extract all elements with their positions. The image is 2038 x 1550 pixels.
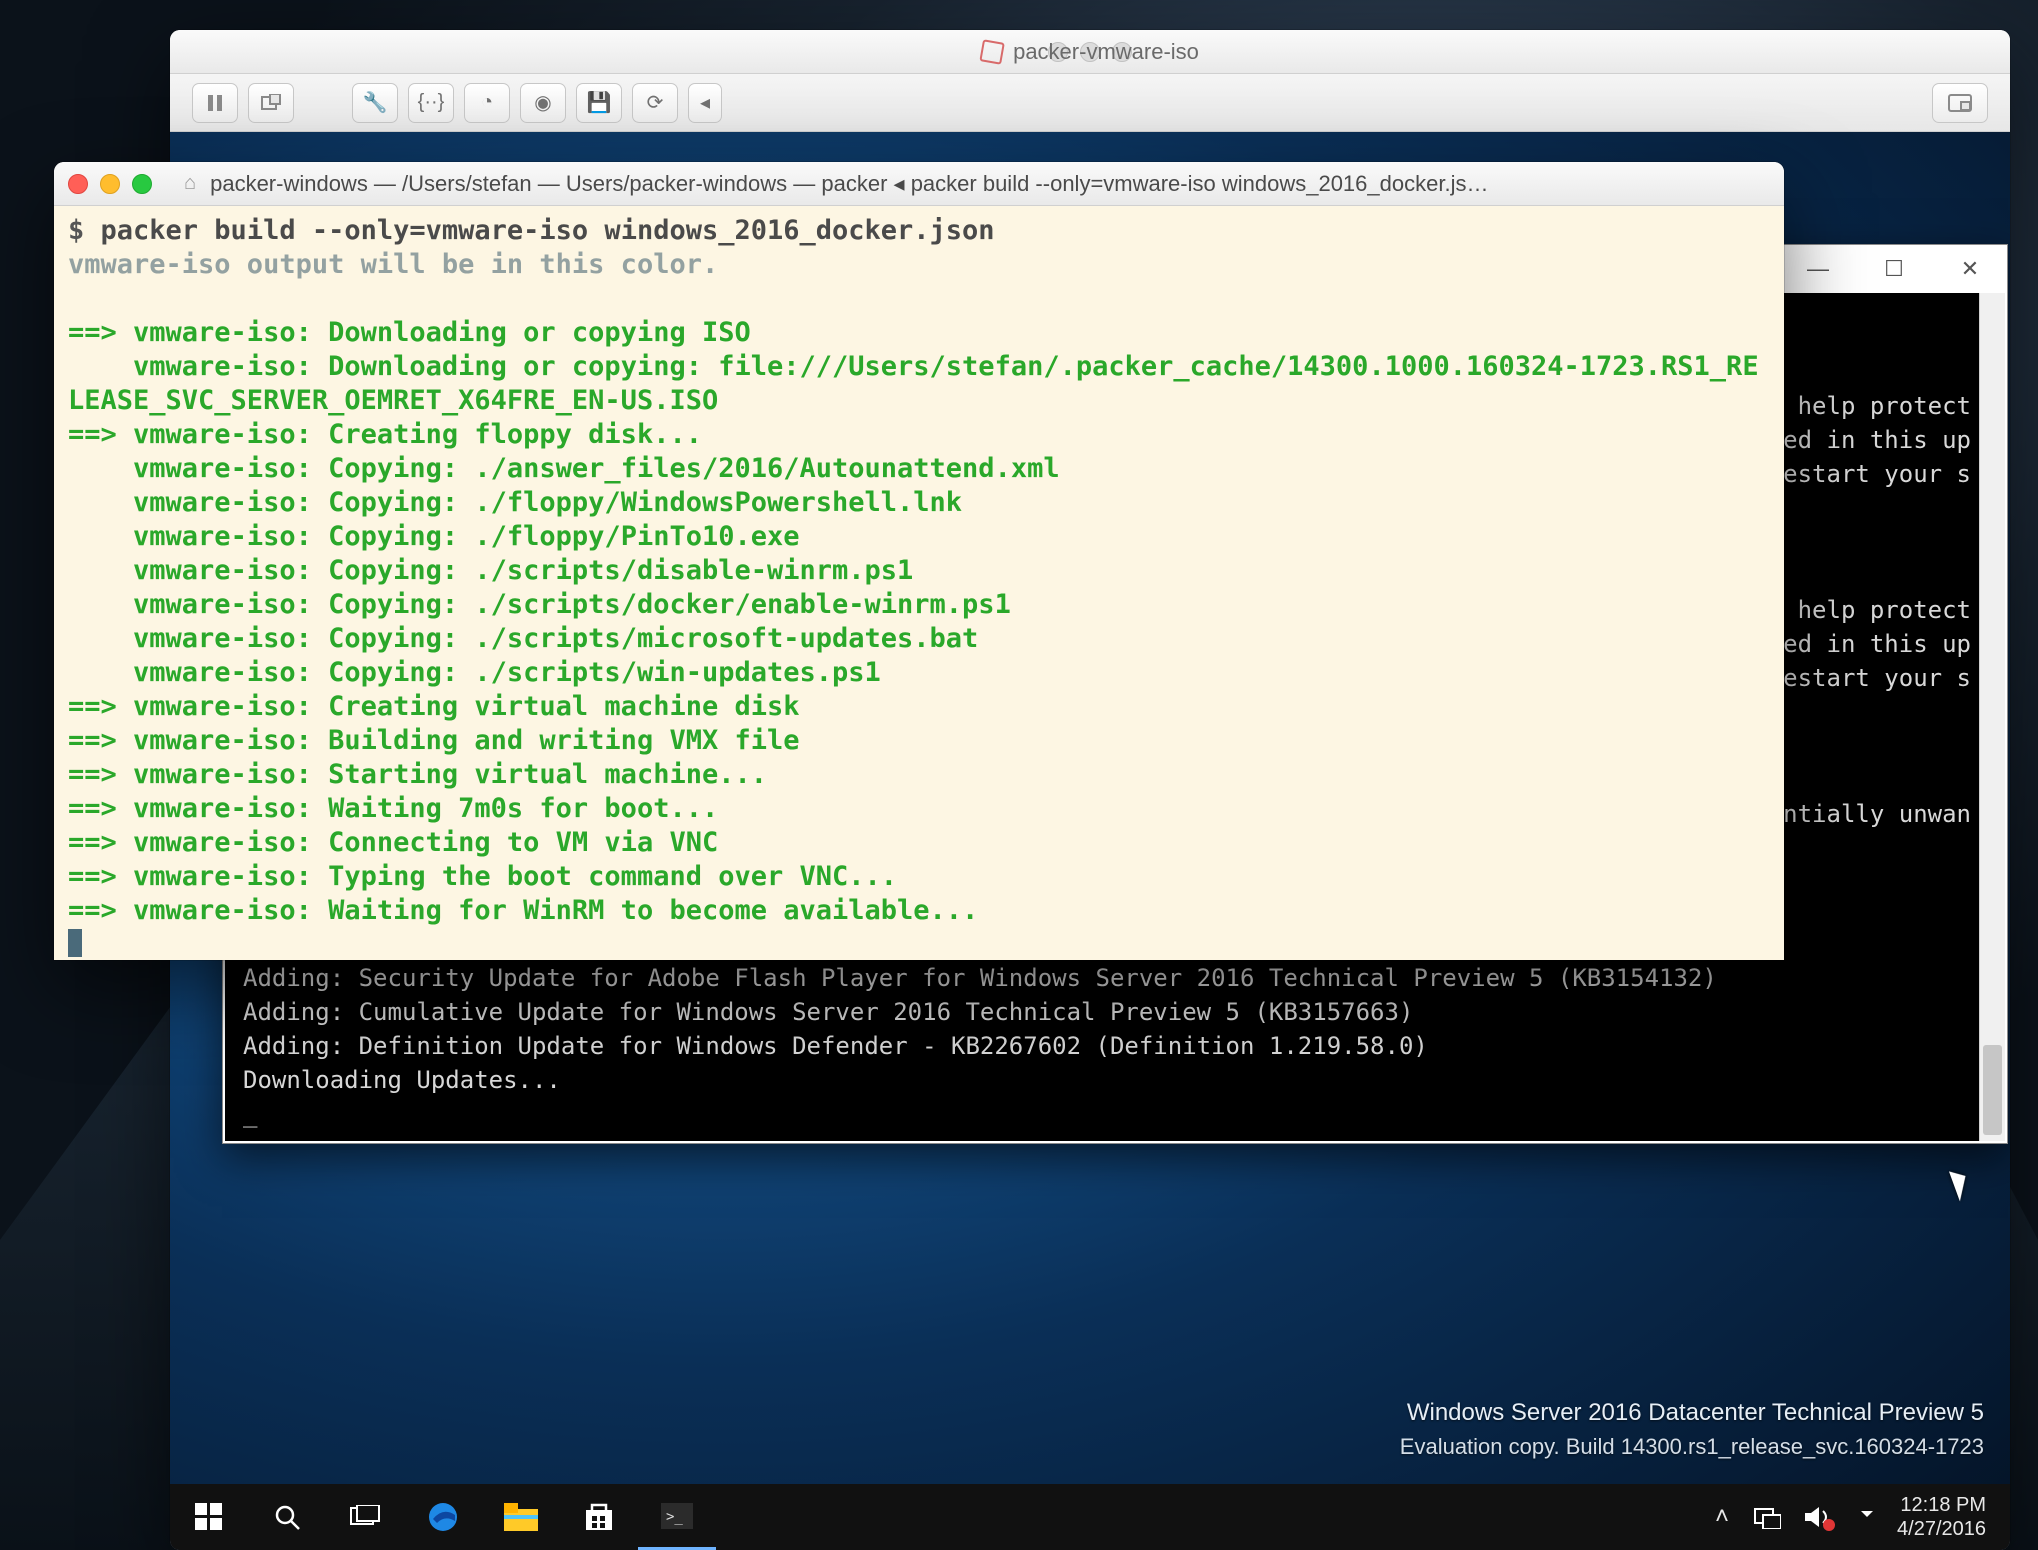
cmd-scrollbar[interactable] xyxy=(1979,293,2005,1141)
vmware-cube-icon xyxy=(979,39,1004,64)
minimize-button[interactable] xyxy=(100,174,120,194)
terminal-title: packer-windows — /Users/stefan — Users/p… xyxy=(210,171,1770,197)
search-icon[interactable] xyxy=(248,1484,326,1550)
guest-mouse-cursor xyxy=(1949,1167,1973,1202)
volume-icon[interactable] xyxy=(1805,1505,1831,1529)
close-button[interactable] xyxy=(68,174,88,194)
fullscreen-button[interactable] xyxy=(1932,83,1988,123)
snapshot-button[interactable] xyxy=(248,83,294,123)
windows-watermark: Windows Server 2016 Datacenter Technical… xyxy=(1400,1396,1984,1464)
terminal-output[interactable]: $ packer build --only=vmware-iso windows… xyxy=(54,206,1784,960)
terminal-titlebar[interactable]: ⌂ packer-windows — /Users/stefan — Users… xyxy=(54,162,1784,206)
vmware-toolbar: 🔧 {··} ◔ ◉ 💾 ⟳ ◂ xyxy=(170,74,2010,132)
terminal-window: ⌂ packer-windows — /Users/stefan — Users… xyxy=(54,162,1784,960)
network-icon[interactable] xyxy=(1753,1505,1781,1529)
start-button[interactable] xyxy=(170,1484,248,1550)
window-title: packer-vmware-iso xyxy=(1013,39,1199,65)
close-icon[interactable]: ✕ xyxy=(1933,245,2007,293)
cmd-taskbar-icon[interactable]: >_ xyxy=(638,1484,716,1550)
pause-vm-button[interactable] xyxy=(192,83,238,123)
sync-icon[interactable]: ⟳ xyxy=(632,83,678,123)
maximize-icon[interactable]: ☐ xyxy=(1857,245,1931,293)
windows-taskbar[interactable]: >_ ˄ 12:18 PM 4/27/2016 xyxy=(170,1484,2010,1550)
edge-browser-icon[interactable] xyxy=(404,1484,482,1550)
watermark-line2: Evaluation copy. Build 14300.rs1_release… xyxy=(1400,1430,1984,1464)
settings-icon[interactable]: 🔧 xyxy=(352,83,398,123)
clock-time: 12:18 PM xyxy=(1897,1493,1986,1517)
brackets-icon[interactable]: {··} xyxy=(408,83,454,123)
taskbar-clock[interactable]: 12:18 PM 4/27/2016 xyxy=(1879,1493,2004,1541)
tray-chevron-up-icon[interactable]: ˄ xyxy=(1715,1503,1729,1531)
chevron-left-icon[interactable]: ◂ xyxy=(688,83,722,123)
watermark-line1: Windows Server 2016 Datacenter Technical… xyxy=(1400,1396,1984,1430)
window-traffic-lights xyxy=(68,174,152,194)
macos-desktop: packer-vmware-iso 🔧 {··} ◔ ◉ 💾 ⟳ ◂ xyxy=(0,0,2038,1550)
floppy-icon[interactable]: 💾 xyxy=(576,83,622,123)
file-explorer-icon[interactable] xyxy=(482,1484,560,1550)
disk-icon[interactable]: ◔ xyxy=(464,83,510,123)
optical-drive-icon[interactable]: ◉ xyxy=(520,83,566,123)
home-icon: ⌂ xyxy=(184,172,196,195)
minimize-icon[interactable]: — xyxy=(1781,245,1855,293)
vmware-titlebar[interactable]: packer-vmware-iso xyxy=(170,30,2010,74)
clock-date: 4/27/2016 xyxy=(1897,1517,1986,1541)
zoom-button[interactable] xyxy=(132,174,152,194)
svg-text:>_: >_ xyxy=(666,1509,683,1525)
store-icon[interactable] xyxy=(560,1484,638,1550)
scrollbar-thumb[interactable] xyxy=(1983,1045,2002,1135)
system-tray: ˄ 12:18 PM 4/27/2016 xyxy=(1715,1493,2010,1541)
task-view-icon[interactable] xyxy=(326,1484,404,1550)
